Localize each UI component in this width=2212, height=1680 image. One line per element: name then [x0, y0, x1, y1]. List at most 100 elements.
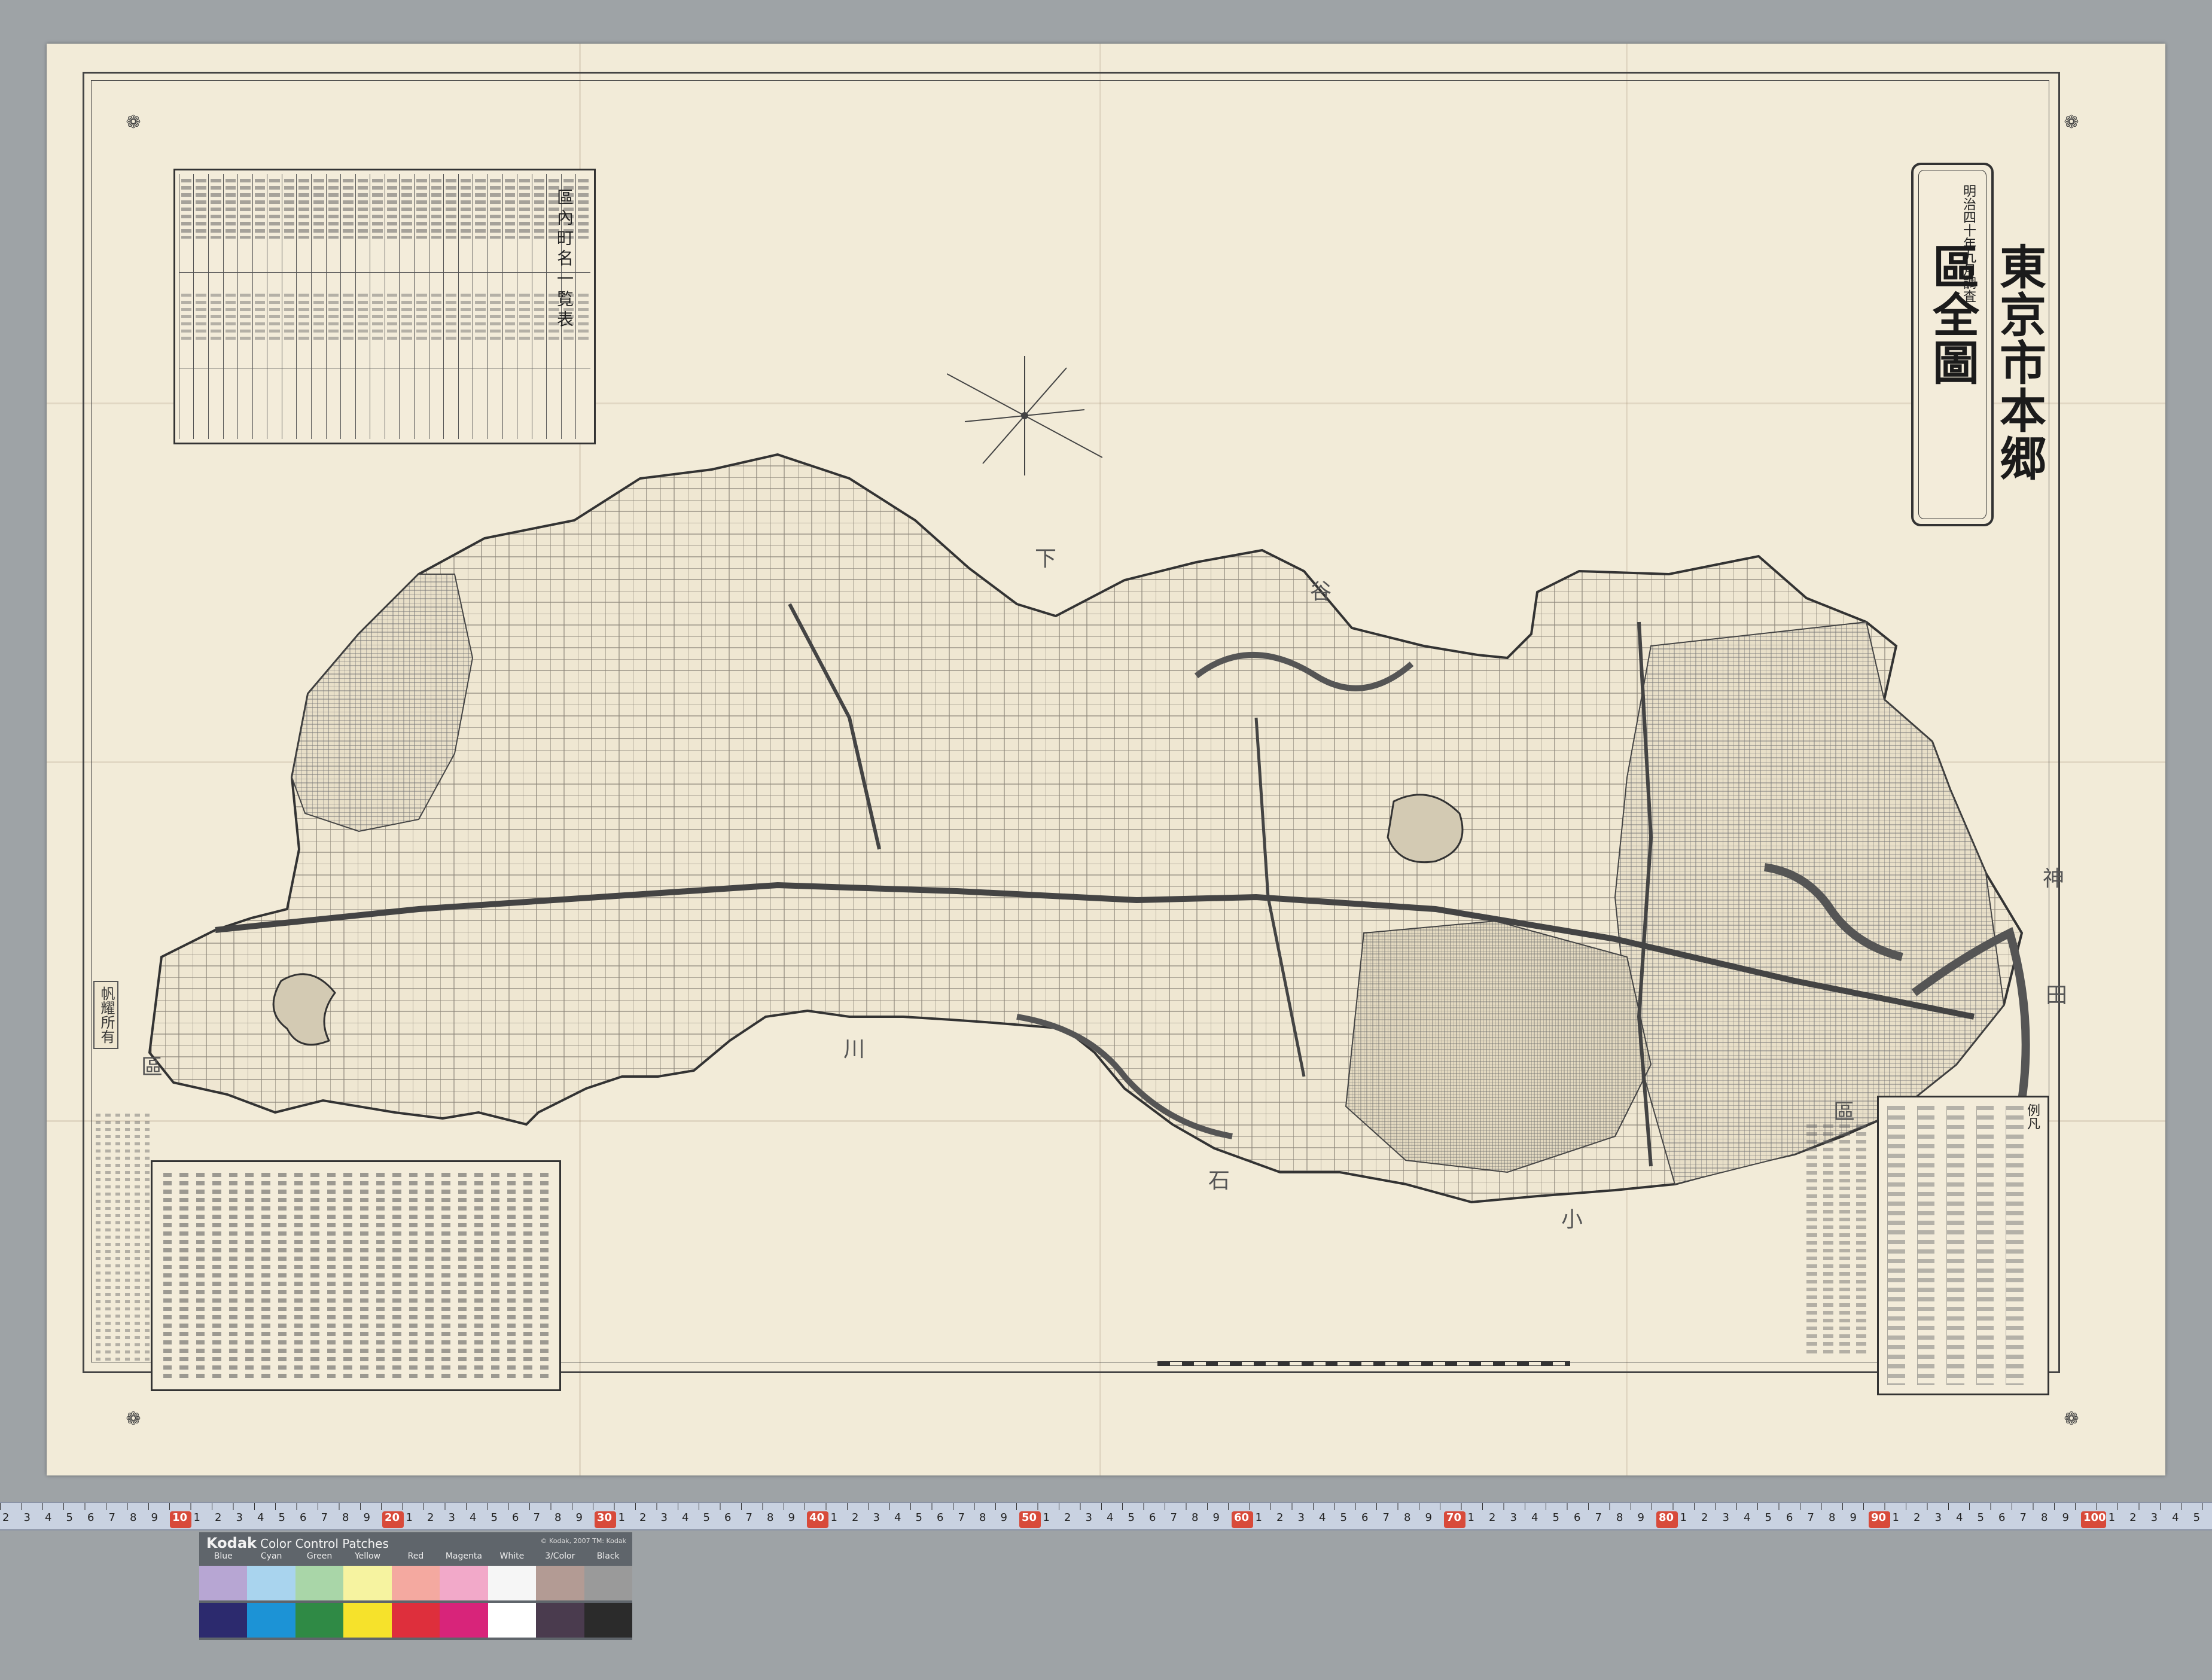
patch-label: White [499, 1551, 525, 1561]
ruler-number: 6 [512, 1511, 519, 1524]
map-legend: 例凡 [1877, 1096, 2049, 1395]
patch-label: Green [306, 1551, 333, 1561]
color-patch [343, 1603, 392, 1638]
ruler-number: 5 [66, 1511, 73, 1524]
ruler-number: 7 [2019, 1511, 2027, 1524]
ruler-number: 3 [1934, 1511, 1942, 1524]
ruler-number: 20 [382, 1511, 404, 1528]
map-title: 東京市本郷區全圖 [1925, 243, 2046, 482]
ruler-number: 9 [788, 1511, 795, 1524]
ruler-number: 8 [554, 1511, 562, 1524]
ruler-number: 2 [852, 1511, 859, 1524]
ruler-number: 50 [1019, 1511, 1041, 1528]
district-label: 區 [1833, 1100, 1855, 1124]
color-patch [295, 1566, 344, 1600]
ruler-number: 3 [873, 1511, 880, 1524]
ruler-number: 9 [575, 1511, 583, 1524]
patch-label: Blue [214, 1551, 233, 1561]
color-card-brand: Kodak [206, 1535, 257, 1551]
legend-notes [1806, 1124, 1866, 1358]
ruler-number: 4 [894, 1511, 901, 1524]
color-patch [247, 1603, 295, 1638]
ruler-number: 8 [767, 1511, 774, 1524]
ruler-number: 4 [1744, 1511, 1751, 1524]
ruler-number: 3 [1510, 1511, 1517, 1524]
district-label: 川 [843, 1037, 866, 1062]
ruler-number: 1 [618, 1511, 625, 1524]
ruler-number: 3 [1722, 1511, 1729, 1524]
ruler-number: 3 [236, 1511, 243, 1524]
patch-label: 3/Color [545, 1551, 575, 1561]
district-label: 田 [2046, 983, 2068, 1008]
ruler-number: 5 [1340, 1511, 1347, 1524]
ruler-number: 4 [257, 1511, 264, 1524]
color-patch [488, 1566, 537, 1600]
ruler-number: 8 [130, 1511, 137, 1524]
ruler-number: 5 [1128, 1511, 1135, 1524]
ruler-numbers: 2 3 4 5 6 7 8 9 10 1 2 3 4 5 6 7 8 9 20 1 2 3 4 5 6 7 8 9 30 1 2 3 4 5 6 7 8… [0, 1511, 2212, 1528]
ruler-number: 2 [1701, 1511, 1708, 1524]
ruler-number: 4 [2172, 1511, 2179, 1524]
color-patch [295, 1603, 344, 1638]
map-title-cartouche: 明治四十年九月調査 東京市本郷區全圖 [1911, 163, 2046, 526]
map-notes-box [151, 1160, 561, 1391]
color-card-copyright: © Kodak, 2007 TM: Kodak [540, 1537, 626, 1545]
ruler-number: 7 [1170, 1511, 1177, 1524]
ruler-number: 4 [682, 1511, 689, 1524]
color-patch [247, 1566, 295, 1600]
color-patches-bottom [199, 1603, 632, 1638]
ruler-number: 8 [979, 1511, 986, 1524]
ruler-number: 2 [2129, 1511, 2137, 1524]
ruler-number: 3 [23, 1511, 31, 1524]
color-patch [391, 1566, 440, 1600]
dense-neighborhood-center [1345, 920, 1652, 1173]
ruler-number: 8 [1404, 1511, 1411, 1524]
color-patch [343, 1566, 392, 1600]
ruler-number: 5 [278, 1511, 285, 1524]
patch-labels: Blue Cyan Green Yellow Red Magenta White 3/Colo… [199, 1551, 632, 1561]
ruler-number: 9 [1425, 1511, 1432, 1524]
ruler-number: 6 [87, 1511, 95, 1524]
ruler-number: 3 [2150, 1511, 2158, 1524]
district-label: 谷 [1310, 580, 1332, 604]
ruler-number: 2 [1489, 1511, 1496, 1524]
legend-title: 例凡 [2025, 1103, 2040, 1130]
publisher-colophon [96, 1114, 150, 1365]
ruler-number: 3 [1085, 1511, 1092, 1524]
patch-label: Cyan [260, 1551, 282, 1561]
ruler-number: 6 [1786, 1511, 1793, 1524]
ruler-number: 8 [342, 1511, 349, 1524]
ruler-number: 1 [830, 1511, 837, 1524]
ruler-number: 9 [1637, 1511, 1644, 1524]
ruler-number: 2 [427, 1511, 434, 1524]
color-patch [584, 1566, 632, 1600]
ruler-number: 8 [1616, 1511, 1623, 1524]
ruler-number: 6 [724, 1511, 732, 1524]
color-card-name: Color Control Patches [260, 1536, 389, 1551]
ruler-number: 5 [703, 1511, 710, 1524]
ruler-number: 4 [470, 1511, 477, 1524]
ruler-number: 80 [1656, 1511, 1678, 1528]
ruler-number: 4 [45, 1511, 52, 1524]
ruler-number: 40 [807, 1511, 828, 1528]
color-patch [199, 1566, 248, 1600]
ruler-number: 7 [321, 1511, 328, 1524]
ruler-number: 7 [533, 1511, 540, 1524]
ruler-number: 1 [193, 1511, 200, 1524]
ruler-number: 4 [1107, 1511, 1114, 1524]
compass-rose-icon [947, 356, 1102, 475]
ruler-number: 5 [1977, 1511, 1984, 1524]
color-patch [488, 1603, 537, 1638]
ruler-number: 1 [1680, 1511, 1687, 1524]
ruler-number: 5 [915, 1511, 922, 1524]
color-patch [536, 1566, 584, 1600]
ruler-number: 9 [1212, 1511, 1220, 1524]
ruler-number: 6 [1149, 1511, 1156, 1524]
ruler-number: 7 [1807, 1511, 1814, 1524]
ruler-number: 2 [1064, 1511, 1071, 1524]
patch-label: Yellow [354, 1551, 381, 1561]
ruler-number: 5 [490, 1511, 498, 1524]
ruler-number: 1 [1255, 1511, 1262, 1524]
ruler-number: 8 [1192, 1511, 1199, 1524]
color-patch [536, 1603, 584, 1638]
